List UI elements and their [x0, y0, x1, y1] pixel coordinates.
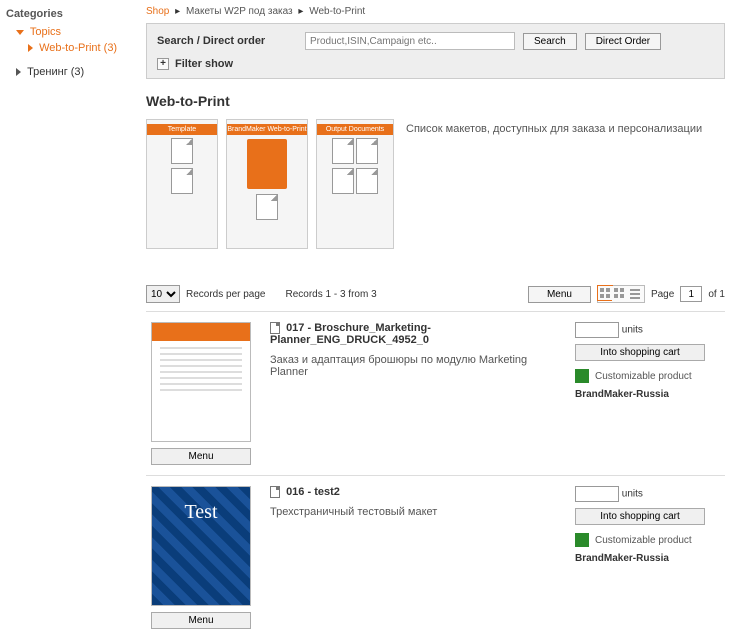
sidebar-item-label: Тренинг (3) — [27, 66, 84, 78]
search-label: Search / Direct order — [157, 35, 297, 47]
document-icon — [270, 486, 280, 498]
breadcrumb-sep: ▸ — [298, 6, 303, 17]
plus-icon: + — [157, 58, 169, 70]
categories-heading: Categories — [6, 8, 134, 20]
chevron-down-icon — [16, 30, 24, 35]
units-label: units — [622, 325, 643, 336]
records-per-page-select[interactable]: 10 — [146, 285, 180, 303]
customizable-label: Customizable product — [595, 371, 692, 382]
page-label: Page — [651, 289, 674, 300]
units-input[interactable] — [575, 486, 619, 502]
filter-toggle[interactable]: + Filter show — [157, 58, 714, 70]
product-row: Test Menu 016 - test2 Трехстраничный тес… — [146, 475, 725, 639]
search-button[interactable]: Search — [523, 33, 577, 50]
product-thumbnail[interactable] — [151, 322, 251, 442]
document-icon — [270, 322, 280, 334]
product-title[interactable]: 017 - Broschure_Marketing-Planner_ENG_DR… — [270, 322, 561, 346]
add-to-cart-button[interactable]: Into shopping cart — [575, 344, 705, 361]
search-panel: Search / Direct order Search Direct Orde… — [146, 23, 725, 79]
product-menu-button[interactable]: Menu — [151, 612, 251, 629]
grid-view-button[interactable] — [597, 285, 613, 301]
page-title: Web-to-Print — [146, 93, 725, 109]
grid-view-alt-button[interactable] — [612, 286, 628, 302]
view-toggle — [597, 285, 645, 303]
chevron-right-icon — [28, 44, 33, 52]
customizable-icon — [575, 533, 589, 547]
product-description: Трехстраничный тестовый макет — [270, 506, 561, 518]
customizable-icon — [575, 369, 589, 383]
records-per-page-label: Records per page — [186, 289, 266, 300]
list-toolbar: 10 Records per page Records 1 - 3 from 3… — [146, 285, 725, 303]
sidebar-item-label: Topics — [30, 26, 61, 38]
sidebar-item-topics[interactable]: Topics — [6, 24, 134, 40]
records-count: Records 1 - 3 from 3 — [286, 289, 377, 300]
breadcrumb: Shop ▸ Макеты W2P под заказ ▸ Web-to-Pri… — [146, 0, 725, 23]
product-thumbnail[interactable]: Test — [151, 486, 251, 606]
sidebar-item-training[interactable]: Тренинг (3) — [6, 64, 134, 80]
page-of: of 1 — [708, 289, 725, 300]
search-input[interactable] — [305, 32, 515, 50]
brand-label: BrandMaker-Russia — [575, 389, 725, 400]
breadcrumb-item[interactable]: Shop — [146, 6, 169, 17]
breadcrumb-sep: ▸ — [175, 6, 180, 17]
product-title[interactable]: 016 - test2 — [270, 486, 561, 498]
toolbar-menu-button[interactable]: Menu — [528, 286, 591, 303]
sidebar: Categories Topics Web-to-Print (3) Трени… — [0, 0, 140, 639]
units-input[interactable] — [575, 322, 619, 338]
customizable-label: Customizable product — [595, 535, 692, 546]
product-description: Заказ и адаптация брошюры по модулю Mark… — [270, 354, 561, 378]
add-to-cart-button[interactable]: Into shopping cart — [575, 508, 705, 525]
filter-label: Filter show — [175, 58, 233, 70]
units-label: units — [622, 489, 643, 500]
direct-order-button[interactable]: Direct Order — [585, 33, 661, 50]
workflow-diagram: Template BrandMaker Web-to-Print Output … — [146, 119, 396, 269]
page-description: Список макетов, доступных для заказа и п… — [406, 119, 702, 269]
sidebar-item-label: Web-to-Print (3) — [39, 42, 117, 54]
list-view-button[interactable] — [628, 286, 644, 302]
breadcrumb-item[interactable]: Макеты W2P под заказ — [186, 6, 293, 17]
chevron-right-icon — [16, 68, 21, 76]
breadcrumb-item: Web-to-Print — [309, 6, 365, 17]
product-menu-button[interactable]: Menu — [151, 448, 251, 465]
page-input[interactable] — [680, 286, 702, 302]
brand-label: BrandMaker-Russia — [575, 553, 725, 564]
sidebar-item-web-to-print[interactable]: Web-to-Print (3) — [6, 40, 134, 56]
product-row: Menu 017 - Broschure_Marketing-Planner_E… — [146, 311, 725, 475]
main-content: Shop ▸ Макеты W2P под заказ ▸ Web-to-Pri… — [140, 0, 731, 639]
